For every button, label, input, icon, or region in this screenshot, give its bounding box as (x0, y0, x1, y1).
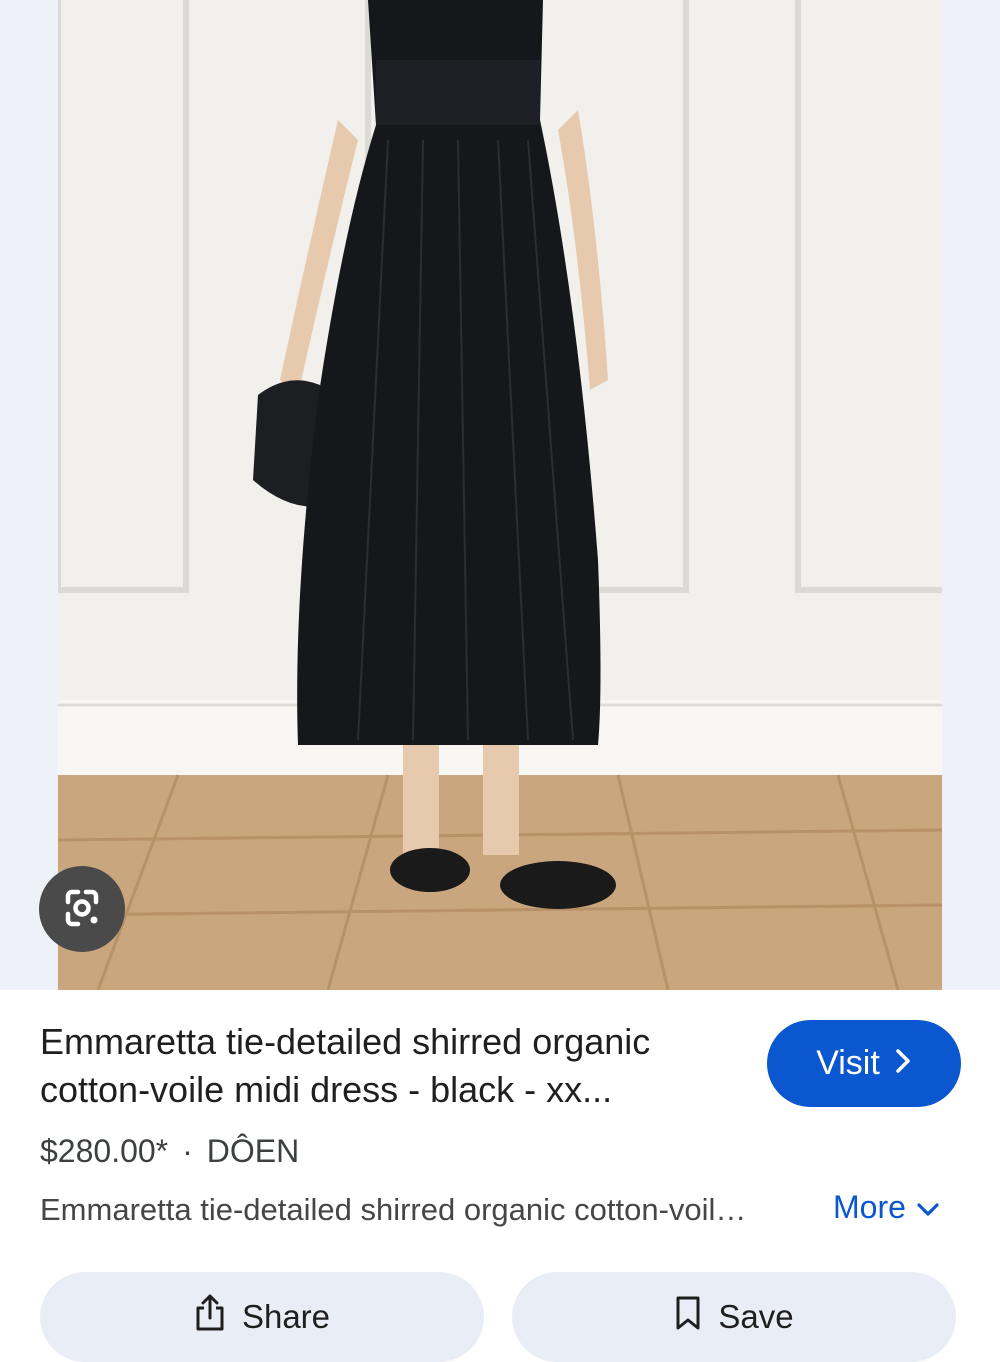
share-button[interactable]: Share (40, 1272, 484, 1362)
share-label: Share (241, 1298, 331, 1335)
more-button[interactable]: More (833, 1185, 940, 1229)
product-title[interactable]: Emmaretta tie-detailed shirred organic c… (40, 1018, 740, 1114)
bookmark-icon (674, 1295, 702, 1339)
image-preview (0, 0, 1000, 990)
save-label: Save (718, 1298, 794, 1335)
google-lens-button[interactable] (39, 866, 125, 952)
chevron-down-icon (916, 1185, 940, 1229)
save-button[interactable]: Save (512, 1272, 956, 1362)
separator-dot: · (182, 1133, 193, 1169)
brand-name: DÔEN (206, 1133, 300, 1169)
product-photo[interactable] (58, 0, 942, 990)
google-lens-icon (58, 884, 106, 935)
dress-photo-illustration (58, 0, 942, 990)
price: $280.00* (40, 1133, 169, 1169)
product-title-line2: cotton-voile midi dress - black - xx... (40, 1069, 613, 1110)
more-label: More (833, 1189, 906, 1225)
visit-label: Visit (816, 1044, 880, 1082)
visit-button[interactable]: Visit (767, 1020, 961, 1107)
product-description: Emmaretta tie-detailed shirred organic c… (40, 1192, 747, 1227)
share-icon (194, 1294, 226, 1340)
chevron-right-icon (894, 1044, 912, 1083)
product-title-line1: Emmaretta tie-detailed shirred organic (40, 1021, 651, 1062)
price-brand-line: $280.00* · DÔEN (40, 1129, 299, 1173)
